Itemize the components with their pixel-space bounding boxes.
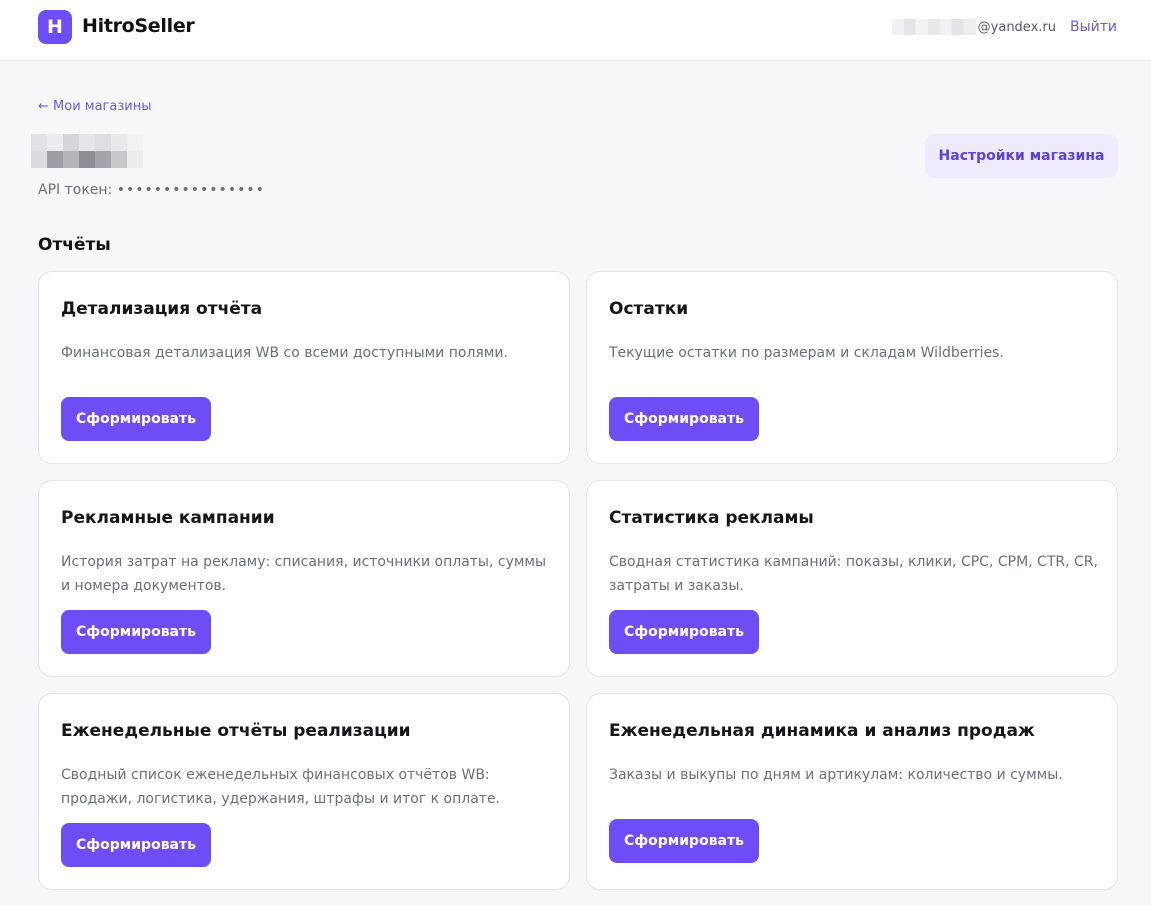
generate-report-button[interactable]: Сформировать — [61, 397, 211, 441]
report-card-detailing: Детализация отчёта Финансовая детализаци… — [38, 271, 570, 464]
report-card-description: Сводный список еженедельных финансовых о… — [61, 763, 551, 811]
logout-link[interactable]: Выйти — [1070, 19, 1117, 35]
generate-report-button[interactable]: Сформировать — [609, 397, 759, 441]
redacted-store-name — [31, 134, 143, 168]
report-card-weekly-dynamics: Еженедельная динамика и анализ продаж За… — [586, 693, 1118, 890]
description-line: и номера документов. — [61, 578, 227, 594]
description-line: Заказы и выкупы по дням и артикулам: кол… — [609, 767, 1063, 783]
redacted-email-user — [891, 19, 976, 35]
description-line: Текущие остатки по размерам и складам Wi… — [609, 345, 1004, 361]
description-line: Финансовая детализация WB со всеми досту… — [61, 345, 508, 361]
report-card-ad-campaigns: Рекламные кампании История затрат на рек… — [38, 480, 570, 677]
report-card-description: История затрат на рекламу: списания, ист… — [61, 550, 551, 598]
brand-name[interactable]: HitroSeller — [82, 15, 195, 37]
report-card-title: Рекламные кампании — [61, 508, 275, 528]
description-line: История затрат на рекламу: списания, ист… — [61, 554, 547, 570]
report-card-title: Детализация отчёта — [61, 299, 263, 319]
report-card-description: Текущие остатки по размерам и складам Wi… — [609, 341, 1099, 365]
api-token-value: •••••••••••••••• — [116, 182, 265, 198]
api-token-label: API токен: — [38, 182, 113, 198]
description-line: Сводная статистика кампаний: показы, кли… — [609, 554, 1098, 570]
report-card-title: Еженедельная динамика и анализ продаж — [609, 721, 1035, 741]
description-line: затраты и заказы. — [609, 578, 744, 594]
report-card-weekly-reports: Еженедельные отчёты реализации Сводный с… — [38, 693, 570, 890]
report-card-description: Заказы и выкупы по дням и артикулам: кол… — [609, 763, 1099, 787]
generate-report-button[interactable]: Сформировать — [609, 610, 759, 654]
reports-title: Отчёты — [38, 235, 111, 255]
report-card-title: Остатки — [609, 299, 689, 319]
api-token: API токен: •••••••••••••••• — [38, 182, 265, 198]
store-settings-button[interactable]: Настройки магазина — [925, 134, 1118, 178]
report-card-stock: Остатки Текущие остатки по размерам и ск… — [586, 271, 1118, 464]
logo-icon[interactable]: H — [38, 10, 72, 44]
description-line: продажи, логистика, удержания, штрафы и … — [61, 791, 501, 807]
description-line: Сводный список еженедельных финансовых о… — [61, 767, 490, 783]
report-card-description: Сводная статистика кампаний: показы, кли… — [609, 550, 1099, 598]
back-to-stores-link[interactable]: ← Мои магазины — [38, 99, 151, 114]
generate-report-button[interactable]: Сформировать — [61, 823, 211, 867]
generate-report-button[interactable]: Сформировать — [61, 610, 211, 654]
report-card-title: Еженедельные отчёты реализации — [61, 721, 411, 741]
generate-report-button[interactable]: Сформировать — [609, 819, 759, 863]
email-domain: @yandex.ru — [977, 19, 1056, 35]
report-card-description: Финансовая детализация WB со всеми досту… — [61, 341, 551, 365]
top-bar: H HitroSeller @yandex.ru Выйти — [0, 0, 1151, 61]
report-card-ad-stats: Статистика рекламы Сводная статистика ка… — [586, 480, 1118, 677]
user-email: @yandex.ru — [891, 19, 1056, 35]
report-card-title: Статистика рекламы — [609, 508, 814, 528]
